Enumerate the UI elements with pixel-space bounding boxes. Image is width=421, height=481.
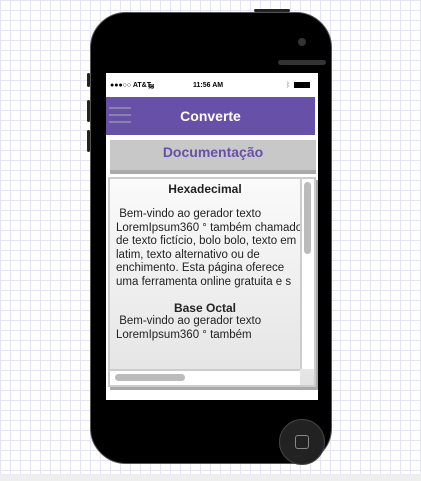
page-footer-strip — [0, 474, 421, 481]
wifi-icon: ≋ — [148, 82, 155, 91]
power-button — [254, 9, 290, 12]
battery-icon — [294, 82, 310, 88]
documentation-button[interactable]: Documentação — [110, 140, 316, 170]
app-title: Converte — [180, 108, 241, 124]
section-title: Base Octal — [173, 301, 237, 315]
section-text: Bem-vindo ao gerador texto LoremIpsum360… — [116, 208, 303, 288]
carrier-signal: ●●●○○ AT&T — [110, 82, 151, 89]
volume-down-button — [87, 130, 90, 152]
camera-icon — [298, 38, 306, 46]
phone-screen: ●●●○○ AT&T ≋ 11:56 AM ᛒ Converte Documen… — [106, 73, 318, 400]
section-title: Hexadecimal — [168, 182, 242, 196]
home-square-icon — [295, 435, 309, 449]
bluetooth-icon: ᛒ — [286, 82, 291, 89]
mute-switch — [87, 73, 90, 87]
home-button[interactable] — [279, 419, 325, 465]
scroll-thumb[interactable] — [304, 182, 311, 254]
status-bar: ●●●○○ AT&T ≋ 11:56 AM ᛒ — [106, 73, 318, 97]
app-header: Converte — [106, 97, 315, 135]
speaker-grill — [278, 60, 326, 65]
volume-up-button — [87, 100, 90, 122]
vertical-scrollbar[interactable] — [300, 179, 314, 369]
section-text: Bem-vindo ao gerador texto LoremIpsum360… — [116, 315, 262, 341]
scroll-thumb[interactable] — [115, 374, 185, 381]
status-time: 11:56 AM — [193, 82, 224, 89]
documentation-content[interactable]: Hexadecimal Bem-vindo ao gerador texto L… — [108, 177, 316, 387]
horizontal-scrollbar[interactable] — [110, 369, 300, 385]
